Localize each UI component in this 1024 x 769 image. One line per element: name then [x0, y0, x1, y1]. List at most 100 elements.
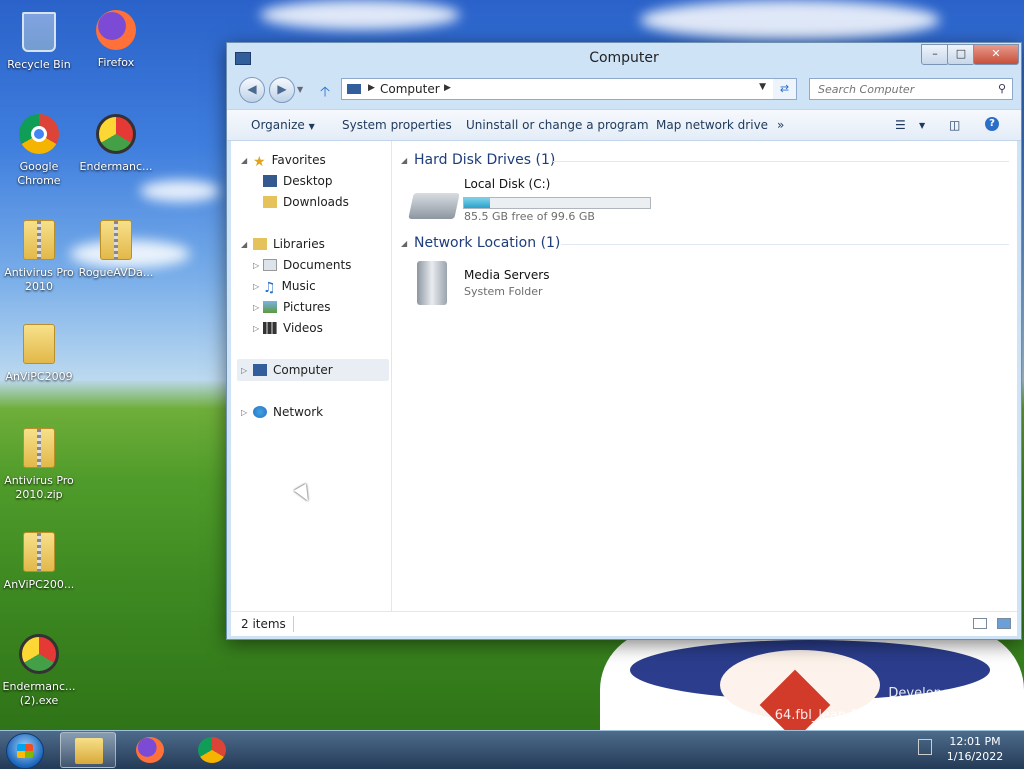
chrome-icon: [198, 737, 226, 763]
desktop-icon-firefox[interactable]: Firefox: [78, 8, 154, 70]
expand-arrow-icon[interactable]: ▷: [241, 366, 247, 375]
zip-folder-icon: [17, 220, 61, 264]
taskbar-firefox-button[interactable]: [122, 732, 178, 768]
nav-network[interactable]: Network: [253, 405, 323, 419]
nav-desktop[interactable]: Desktop: [263, 174, 333, 188]
collapse-group-icon[interactable]: ◢: [401, 156, 407, 165]
drive-name[interactable]: Local Disk (C:): [464, 177, 550, 191]
desktop-icon-endermanch[interactable]: Endermanc...: [78, 112, 154, 174]
cloud: [140, 180, 220, 202]
expand-arrow-icon[interactable]: ▷: [241, 408, 247, 417]
address-row: ◀ ▶ ▼ 🡡 ▶ Computer ▶ ▼ ⇄ ⚲: [227, 73, 1021, 109]
nav-videos[interactable]: Videos: [263, 321, 323, 335]
search-input[interactable]: [816, 82, 990, 97]
system-properties-button[interactable]: System properties: [342, 118, 452, 132]
explorer-window: Computer – □ ✕ ◀ ▶ ▼ 🡡 ▶ Computer ▶ ▼ ⇄ …: [226, 42, 1022, 640]
map-network-drive-button[interactable]: Map network drive: [656, 118, 768, 132]
large-icons-view-icon[interactable]: [997, 618, 1011, 629]
command-bar: Organize ▼ System properties Uninstall o…: [227, 109, 1021, 141]
cloud: [640, 0, 940, 40]
breadcrumb-chevron-icon[interactable]: ▶: [368, 83, 375, 93]
uninstall-program-button[interactable]: Uninstall or change a program: [466, 118, 649, 132]
desktop-icon-antivirus-pro-2010[interactable]: Antivirus Pro 2010: [1, 216, 77, 294]
view-dropdown-icon[interactable]: ▼: [919, 121, 925, 130]
taskbar: 12:01 PM 1/16/2022: [0, 730, 1024, 769]
desktop-icon-recycle-bin[interactable]: Recycle Bin: [1, 8, 77, 72]
firefox-icon: [94, 10, 138, 54]
taskbar-chrome-button[interactable]: [184, 732, 240, 768]
search-box[interactable]: ⚲: [809, 78, 1013, 100]
media-server-icon[interactable]: [417, 261, 447, 305]
firefox-icon: [136, 737, 164, 763]
help-icon[interactable]: ?: [985, 117, 999, 131]
content-area: ◢ ★ Favorites Desktop Downloads ◢ Librari…: [231, 141, 1017, 635]
maximize-button[interactable]: □: [947, 44, 975, 65]
group-divider: [561, 244, 1009, 245]
collapse-group-icon[interactable]: ◢: [401, 239, 407, 248]
recent-pages-dropdown-icon[interactable]: ▼: [297, 85, 303, 94]
group-header-network-location[interactable]: Network Location (1): [414, 235, 560, 251]
desktop-icon-label: Endermanc... (2).exe: [2, 680, 76, 707]
details-view-icon[interactable]: [973, 618, 987, 629]
organize-button[interactable]: Organize ▼: [251, 118, 315, 132]
desktop-icon-label: RogueAVDa...: [78, 266, 154, 279]
nav-label: Favorites: [271, 153, 326, 167]
nav-libraries[interactable]: Libraries: [253, 237, 325, 251]
breadcrumb-chevron-icon[interactable]: ▶: [444, 83, 451, 93]
endermanch-icon: [17, 634, 61, 678]
taskbar-explorer-button[interactable]: [60, 732, 116, 768]
desktop-icon-endermanch-2-exe[interactable]: Endermanc... (2).exe: [1, 632, 77, 708]
window-title: Computer: [589, 50, 659, 66]
nav-documents[interactable]: Documents: [263, 258, 351, 272]
watermark-line1: Developer Preview: [888, 686, 1010, 701]
search-icon[interactable]: ⚲: [998, 82, 1006, 95]
back-button[interactable]: ◀: [239, 77, 265, 103]
nav-pictures[interactable]: Pictures: [263, 300, 331, 314]
network-tray-icon[interactable]: [918, 739, 932, 755]
address-dropdown-icon[interactable]: ▼: [759, 82, 766, 92]
expand-arrow-icon[interactable]: ▷: [253, 282, 259, 291]
nav-computer[interactable]: Computer: [253, 363, 333, 377]
nav-downloads[interactable]: Downloads: [263, 195, 349, 209]
desktop-icon-anvipc200[interactable]: AnViPC200...: [1, 528, 77, 592]
documents-icon: [263, 259, 277, 271]
change-view-icon[interactable]: ☰: [895, 118, 906, 132]
start-button[interactable]: [6, 733, 44, 769]
group-header-hard-disk-drives[interactable]: Hard Disk Drives (1): [414, 152, 555, 168]
nav-music[interactable]: ♫ Music: [263, 279, 316, 296]
media-servers-name[interactable]: Media Servers: [464, 268, 549, 282]
address-bar[interactable]: ▶ Computer ▶ ▼: [341, 78, 797, 100]
explorer-icon: [75, 738, 103, 764]
more-commands-button[interactable]: »: [777, 118, 784, 132]
desktop-icon-label: Google Chrome: [17, 160, 61, 187]
close-button[interactable]: ✕: [973, 44, 1019, 65]
folder-icon: [17, 324, 61, 368]
collapse-arrow-icon[interactable]: ◢: [241, 156, 247, 165]
zip-folder-icon: [94, 220, 138, 264]
preview-pane-icon[interactable]: ◫: [949, 118, 960, 132]
title-bar[interactable]: Computer – □ ✕: [227, 43, 1021, 73]
desktop-icon-antivirus-pro-2010-zip[interactable]: Antivirus Pro 2010.zip: [1, 424, 77, 502]
desktop-icon-google-chrome[interactable]: Google Chrome: [1, 112, 77, 188]
clock-time: 12:01 PM: [949, 735, 1001, 748]
desktop-icon-label: Endermanc...: [79, 160, 153, 173]
minimize-button[interactable]: –: [921, 44, 949, 65]
computer-icon: [347, 84, 361, 94]
up-arrow-icon[interactable]: 🡡: [320, 81, 330, 105]
zip-folder-icon: [17, 532, 61, 576]
collapse-arrow-icon[interactable]: ◢: [241, 240, 247, 249]
nav-favorites[interactable]: ★ Favorites: [253, 153, 326, 170]
breadcrumb-computer[interactable]: Computer: [380, 82, 440, 96]
refresh-button[interactable]: ⇄: [773, 78, 797, 100]
desktop-icon-anvipc2009[interactable]: AnViPC2009: [1, 320, 77, 384]
forward-button[interactable]: ▶: [269, 77, 295, 103]
expand-arrow-icon[interactable]: ▷: [253, 324, 259, 333]
desktop-icon-label: Firefox: [97, 56, 135, 69]
hard-drive-icon[interactable]: [408, 193, 460, 219]
desktop-icon-rogueavda[interactable]: RogueAVDa...: [78, 216, 154, 280]
clock[interactable]: 12:01 PM 1/16/2022: [940, 734, 1010, 764]
nav-label: Downloads: [283, 195, 349, 209]
expand-arrow-icon[interactable]: ▷: [253, 303, 259, 312]
expand-arrow-icon[interactable]: ▷: [253, 261, 259, 270]
recycle-bin-icon: [17, 12, 61, 56]
